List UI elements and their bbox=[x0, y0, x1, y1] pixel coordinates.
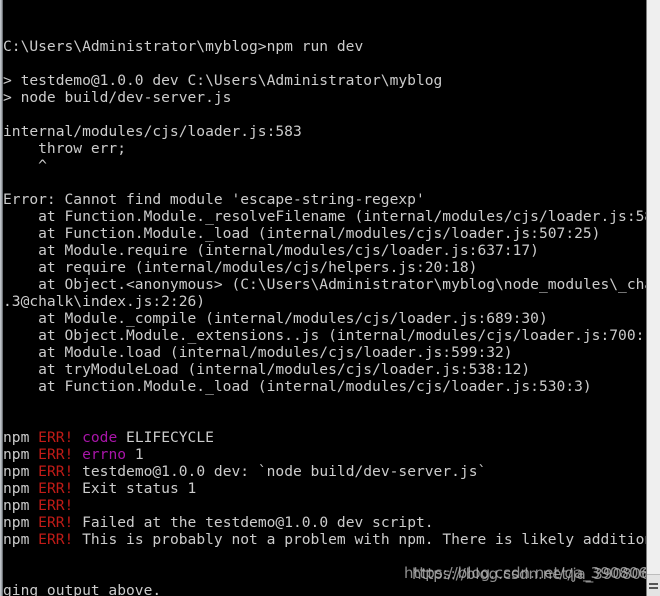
npm-error-message: testdemo@1.0.0 dev: `node build/dev-serv… bbox=[82, 463, 487, 480]
console-line: > testdemo@1.0.0 dev C:\Users\Administra… bbox=[3, 72, 443, 89]
vertical-scrollbar[interactable] bbox=[646, 0, 660, 596]
npm-error-line: npm ERR! errno 1 bbox=[3, 446, 646, 463]
npm-err-tag: ERR! bbox=[38, 531, 74, 548]
npm-error-key: errno bbox=[82, 446, 127, 463]
console-line: at require (internal/modules/cjs/helpers… bbox=[3, 259, 478, 276]
npm-error-line: npm ERR! This is probably not a problem … bbox=[3, 531, 646, 548]
npm-error-line: npm ERR! testdemo@1.0.0 dev: `node build… bbox=[3, 463, 646, 480]
console-line: at Object.Module._extensions..js (intern… bbox=[3, 327, 646, 344]
console-line: at Module.load (internal/modules/cjs/loa… bbox=[3, 344, 513, 361]
npm-error-key: code bbox=[82, 429, 118, 446]
npm-error-line: npm ERR! bbox=[3, 497, 646, 514]
npm-error-message: ELIFECYCLE bbox=[117, 429, 214, 446]
console-line: at Function.Module._resolveFilename (int… bbox=[3, 208, 646, 225]
console-line: ging output above. bbox=[3, 582, 162, 596]
npm-error-line: npm ERR! Failed at the testdemo@1.0.0 de… bbox=[3, 514, 646, 531]
scrollbar-down-arrow-icon[interactable] bbox=[647, 574, 660, 596]
console-line: ^ bbox=[3, 157, 47, 174]
npm-prefix: npm bbox=[3, 531, 39, 548]
npm-prefix: npm bbox=[3, 463, 39, 480]
console-line: at Module.require (internal/modules/cjs/… bbox=[3, 242, 539, 259]
console-line: C:\Users\Administrator\myblog>npm run de… bbox=[3, 38, 364, 55]
window-left-border bbox=[0, 0, 3, 596]
console-line: .3@chalk\index.js:2:26) bbox=[3, 293, 206, 310]
npm-error-block-1: npm ERR! code ELIFECYCLE npm ERR! errno 1… bbox=[3, 429, 646, 548]
console-line: at Module._compile (internal/modules/cjs… bbox=[3, 310, 548, 327]
npm-error-message bbox=[82, 497, 91, 514]
stack-trace-block: C:\Users\Administrator\myblog>npm run de… bbox=[3, 38, 646, 395]
npm-err-tag: ERR! bbox=[38, 429, 74, 446]
npm-err-tag: ERR! bbox=[38, 497, 74, 514]
console-line: at tryModuleLoad (internal/modules/cjs/l… bbox=[3, 361, 531, 378]
console-output-area[interactable]: C:\Users\Administrator\myblog>npm run de… bbox=[3, 0, 646, 596]
npm-error-message: 1 bbox=[126, 446, 144, 463]
console-line: internal/modules/cjs/loader.js:583 bbox=[3, 123, 302, 140]
npm-prefix: npm bbox=[3, 429, 39, 446]
console-line: Error: Cannot find module 'escape-string… bbox=[3, 191, 425, 208]
npm-err-tag: ERR! bbox=[38, 446, 74, 463]
npm-prefix: npm bbox=[3, 514, 39, 531]
console-line: at Object.<anonymous> (C:\Users\Administ… bbox=[3, 276, 646, 293]
npm-prefix: npm bbox=[3, 497, 39, 514]
console-line: at Function.Module._load (internal/modul… bbox=[3, 225, 601, 242]
console-line: throw err; bbox=[3, 140, 127, 157]
npm-err-tag: ERR! bbox=[38, 514, 74, 531]
npm-error-line: npm ERR! Exit status 1 bbox=[3, 480, 646, 497]
command-prompt-window[interactable]: C:\Users\Administrator\myblog>npm run de… bbox=[0, 0, 660, 596]
npm-prefix: npm bbox=[3, 480, 39, 497]
npm-error-message: Failed at the testdemo@1.0.0 dev script. bbox=[82, 514, 434, 531]
npm-error-message: This is probably not a problem with npm.… bbox=[82, 531, 646, 548]
console-line: at Function.Module._load (internal/modul… bbox=[3, 378, 592, 395]
npm-err-tag: ERR! bbox=[38, 480, 74, 497]
npm-prefix: npm bbox=[3, 446, 39, 463]
npm-error-message: Exit status 1 bbox=[82, 480, 197, 497]
console-line: > node build/dev-server.js bbox=[3, 89, 232, 106]
scrollbar-thumb[interactable] bbox=[647, 0, 660, 540]
npm-error-line: npm ERR! code ELIFECYCLE bbox=[3, 429, 646, 446]
wrapped-text-block: ging output above. bbox=[3, 582, 646, 596]
npm-err-tag: ERR! bbox=[38, 463, 74, 480]
